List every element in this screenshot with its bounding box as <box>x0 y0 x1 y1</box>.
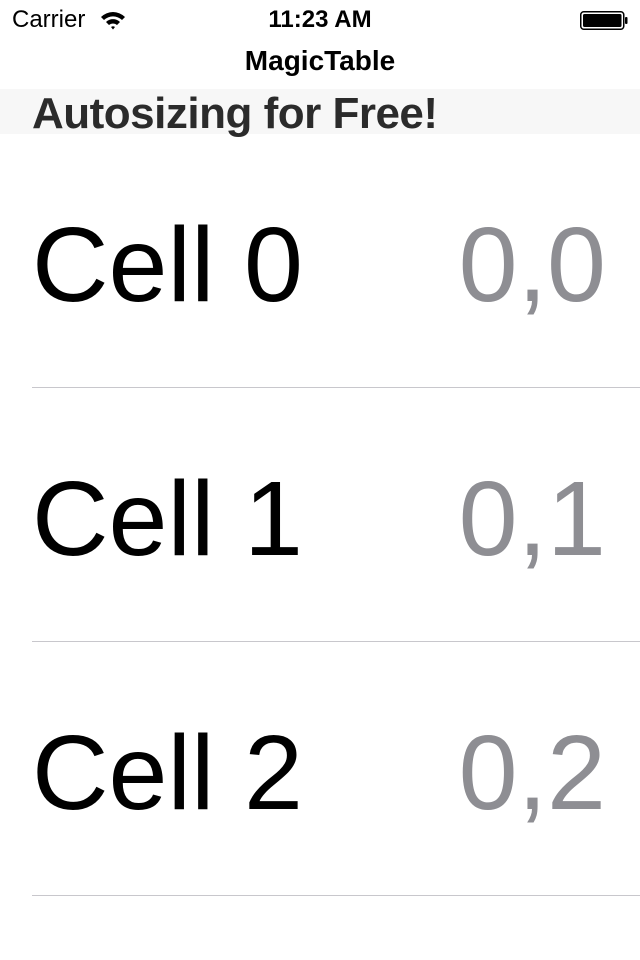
table-row[interactable]: Cell 2 0,2 <box>0 642 640 896</box>
battery-icon <box>580 11 628 30</box>
table-row[interactable]: Cell 0 0,0 <box>0 134 640 388</box>
nav-title: MagicTable <box>244 45 396 76</box>
cell-label: Cell 1 <box>32 460 304 578</box>
section-header: Autosizing for Free! <box>0 89 640 138</box>
cell-label: Cell 2 <box>32 714 304 832</box>
section-title: Autosizing for Free! <box>32 89 438 138</box>
cell-detail: 0,1 <box>458 460 606 578</box>
cell-label: Cell 0 <box>32 206 304 324</box>
cell-detail: 0,2 <box>458 714 606 832</box>
row-separator <box>32 895 640 896</box>
navigation-bar: MagicTable <box>0 40 640 88</box>
screen: Carrier 11:23 AM MagicTable Autosizing f… <box>0 0 640 960</box>
table-view[interactable]: Cell 0 0,0 Cell 1 0,1 Cell 2 0,2 <box>0 134 640 896</box>
cell-detail: 0,0 <box>458 206 606 324</box>
table-row[interactable]: Cell 1 0,1 <box>0 388 640 642</box>
status-time: 11:23 AM <box>268 6 372 33</box>
status-bar: Carrier 11:23 AM <box>0 0 640 40</box>
